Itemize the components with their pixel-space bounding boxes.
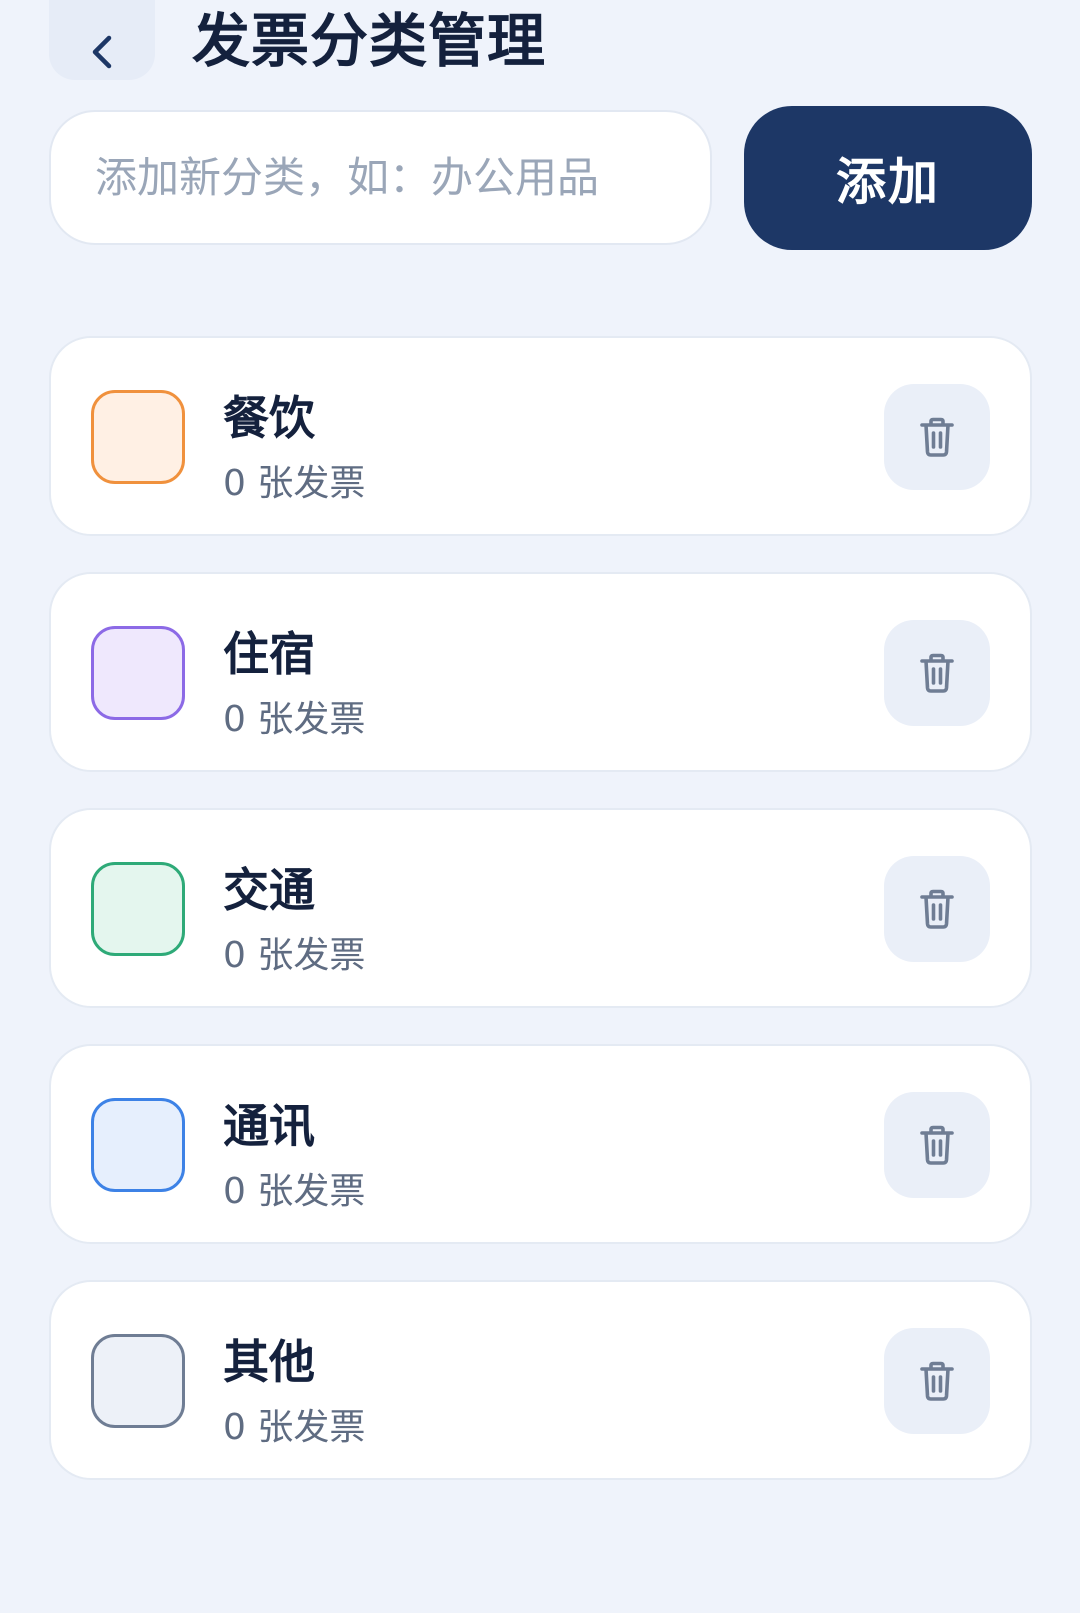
delete-category-button[interactable] — [884, 856, 990, 962]
category-name: 其他 — [223, 1335, 315, 1389]
trash-icon — [920, 653, 954, 693]
category-name: 住宿 — [223, 627, 315, 681]
category-color-swatch — [91, 862, 185, 956]
category-invoice-count: 0 张发票 — [223, 699, 366, 740]
header: 发票分类管理 — [0, 0, 1080, 90]
category-card[interactable]: 交通 0 张发票 — [49, 808, 1032, 1008]
trash-icon — [920, 1361, 954, 1401]
category-management-page: 发票分类管理 添加 餐饮0 张发票住宿0 张发票交通0 张发票通讯0 张发票其他… — [0, 0, 1080, 1613]
category-color-swatch — [91, 626, 185, 720]
category-color-swatch — [91, 390, 185, 484]
category-invoice-count: 0 张发票 — [223, 935, 366, 976]
delete-category-button[interactable] — [884, 620, 990, 726]
category-invoice-count: 0 张发票 — [223, 463, 366, 504]
category-invoice-count: 0 张发票 — [223, 1407, 366, 1448]
delete-category-button[interactable] — [884, 1092, 990, 1198]
back-button[interactable] — [49, 0, 155, 80]
trash-icon — [920, 417, 954, 457]
chevron-left-icon — [92, 35, 112, 69]
category-color-swatch — [91, 1098, 185, 1192]
category-card[interactable]: 其他 0 张发票 — [49, 1280, 1032, 1480]
category-list: 餐饮 0 张发票 住宿 0 张发票 交通 0 张发票 通讯 0 张发票 其他 0 张发票 — [49, 336, 1032, 1516]
page-title: 发票分类管理 — [192, 7, 547, 75]
category-card[interactable]: 通讯 0 张发票 — [49, 1044, 1032, 1244]
category-color-swatch — [91, 1334, 185, 1428]
category-name: 通讯 — [223, 1099, 315, 1153]
add-category-form: 添加 — [49, 106, 1032, 250]
delete-category-button[interactable] — [884, 384, 990, 490]
category-name: 交通 — [223, 863, 315, 917]
category-card[interactable]: 餐饮 0 张发票 — [49, 336, 1032, 536]
delete-category-button[interactable] — [884, 1328, 990, 1434]
new-category-input[interactable] — [49, 110, 712, 245]
category-invoice-count: 0 张发票 — [223, 1171, 366, 1212]
trash-icon — [920, 889, 954, 929]
category-card[interactable]: 住宿 0 张发票 — [49, 572, 1032, 772]
add-category-button[interactable]: 添加 — [744, 106, 1032, 250]
trash-icon — [920, 1125, 954, 1165]
category-name: 餐饮 — [223, 391, 315, 445]
